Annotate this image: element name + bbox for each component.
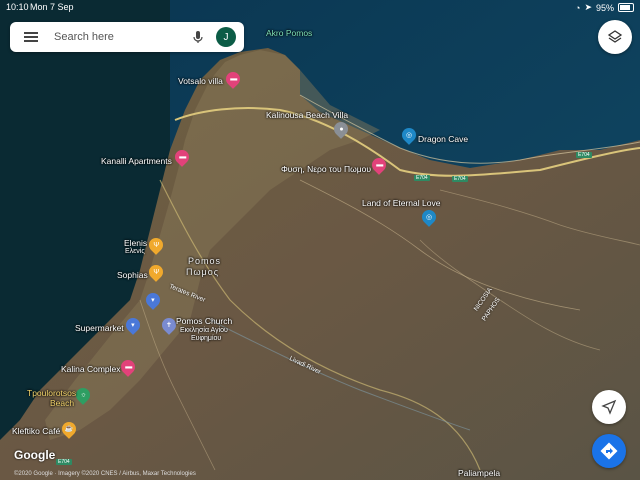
place-label-fysi[interactable]: Φυση, Νερο του Πωμου [281,164,371,174]
place-label-elenis[interactable]: Elenis [124,238,147,248]
road-shield-e704: E704 [576,152,592,158]
directions-button[interactable] [592,434,626,468]
layers-button[interactable] [598,20,632,54]
place-label-kalina[interactable]: Kalina Complex [61,364,121,374]
place-label-elenis-gr: Ελενίς [125,248,145,255]
place-label-paliampela[interactable]: Paliampela [458,468,500,478]
wifi-icon: ◔ [575,2,581,13]
status-time: 10:10 [6,2,29,12]
place-label-supermarket[interactable]: Supermarket [75,323,124,333]
place-label-land-eternal[interactable]: Land of Eternal Love [362,198,440,208]
road-shield-e704: E704 [452,176,468,182]
battery-icon [618,3,634,12]
road-shield-e704: E704 [56,459,72,465]
place-label-pomos-church[interactable]: Pomos Church [176,316,232,326]
place-label-kalinousa[interactable]: Kalinousa Beach Villa [266,110,348,120]
navigate-button[interactable] [592,390,626,424]
place-label-dragon-cave[interactable]: Dragon Cave [418,134,468,144]
place-label-akro-pomos[interactable]: Akro Pomos [266,28,312,38]
navigation-arrow-icon [601,399,617,415]
directions-icon [600,442,618,460]
status-date: Mon 7 Sep [30,2,74,12]
place-label-tpoulorotsos-1[interactable]: Tpoulorotsos [27,388,76,398]
layers-icon [607,30,623,43]
menu-icon[interactable] [24,30,38,44]
google-logo: Google [14,448,56,462]
satellite-map[interactable] [0,0,640,480]
status-bar: 10:10 Mon 7 Sep ◔ ➤ 95% [0,0,640,14]
place-label-church-gr1: Εκκλησία Αγίου [180,327,228,334]
place-label-votsalo[interactable]: Votsalo villa [178,76,223,86]
place-label-kleftiko[interactable]: Kleftiko Café [12,426,60,436]
battery-percent: 95% [595,2,614,13]
search-bar[interactable]: Search here J [10,22,244,52]
road-shield-e704: E704 [414,175,430,181]
search-input[interactable]: Search here [54,31,190,43]
place-label-church-gr2: Ευφημίου [191,335,222,342]
location-icon: ➤ [584,2,592,12]
status-right: ◔ ➤ 95% [575,2,634,13]
town-label-pomos: Pomos [188,256,222,266]
place-label-tpoulorotsos-2[interactable]: Beach [50,398,74,408]
microphone-icon[interactable] [190,29,206,45]
place-label-kanalli[interactable]: Kanalli Apartments [101,156,172,166]
copyright-text: ©2020 Google · Imagery ©2020 CNES / Airb… [14,471,196,477]
avatar[interactable]: J [216,27,236,47]
town-label-pomos-gr: Πωμος [186,267,220,277]
place-label-sophias[interactable]: Sophias [117,270,148,280]
